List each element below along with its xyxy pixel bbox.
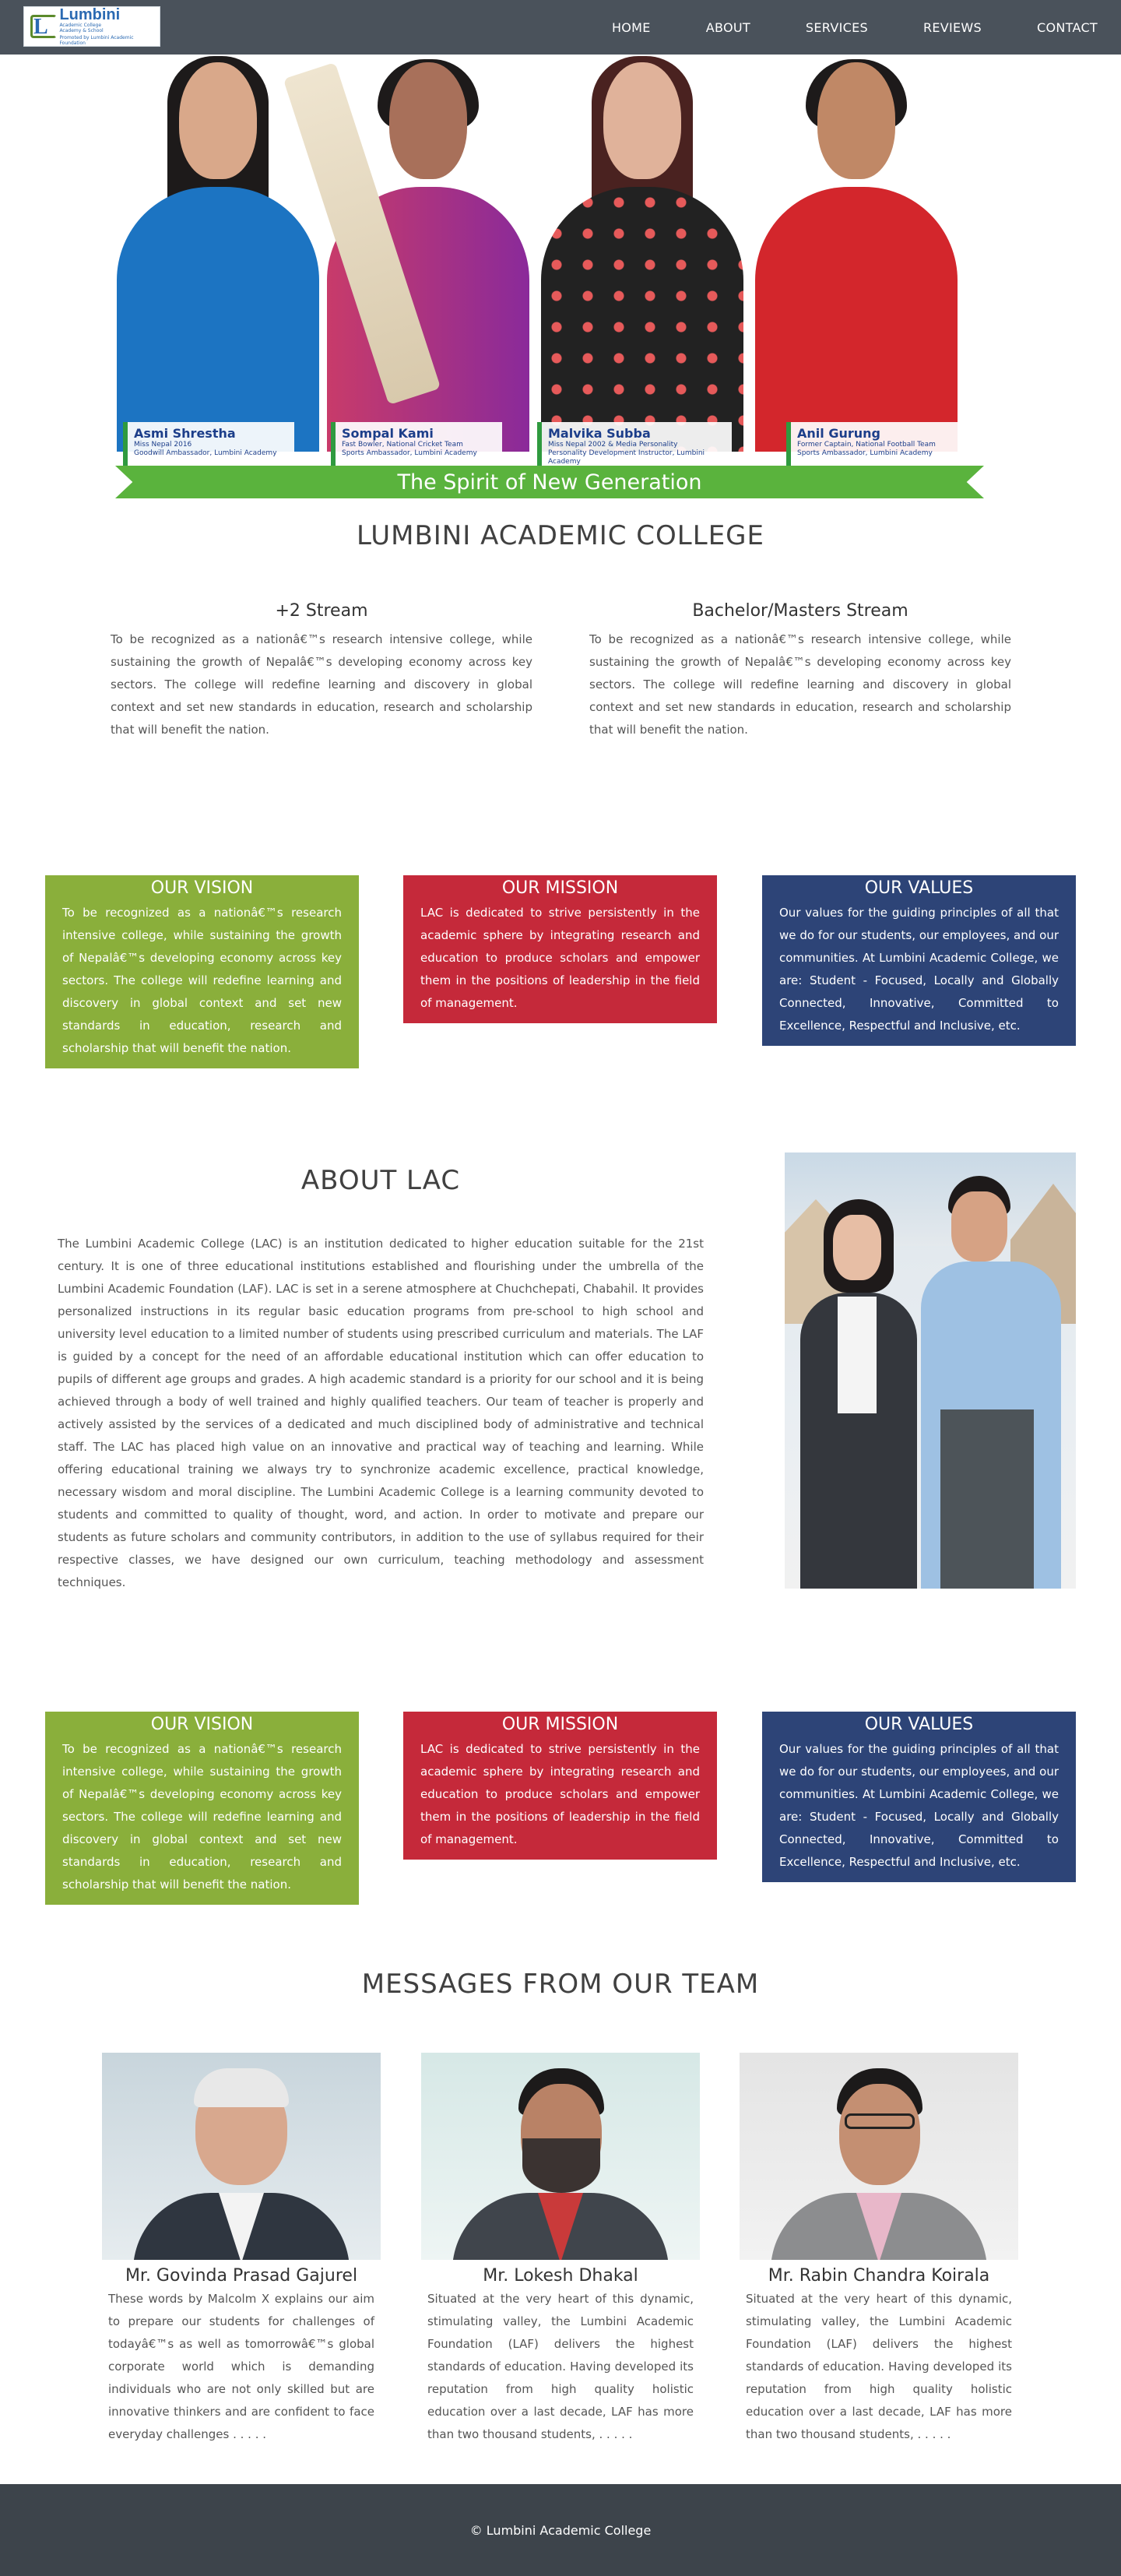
stream-title: Bachelor/Masters Stream — [692, 601, 908, 621]
mission-card: OUR MISSION LAC is dedicated to strive p… — [403, 1712, 717, 1860]
logo-subtitle: Academic College Academy & School — [59, 23, 104, 33]
values-title: OUR VALUES — [864, 1715, 974, 1734]
college-title: LUMBINI ACADEMIC COLLEGE — [356, 520, 765, 551]
nav-reviews-link[interactable]: REVIEWS — [923, 20, 982, 35]
hero-person-1 — [109, 56, 319, 452]
about-title: ABOUT LAC — [300, 1165, 461, 1196]
hero-person-3 — [533, 56, 743, 452]
messages-title: MESSAGES FROM OUR TEAM — [361, 1969, 760, 2000]
nav-menu: HOME ABOUT SERVICES REVIEWS CONTACT — [557, 0, 1098, 55]
team-member-message: Situated at the very heart of this dynam… — [427, 2292, 694, 2441]
stream-plus-two: +2 Stream To be recognized as a nationâ€… — [111, 601, 532, 741]
team-member-name: Mr. Govinda Prasad Gajurel — [125, 2266, 358, 2286]
mission-text: LAC is dedicated to strive persistently … — [420, 906, 700, 1010]
team-member-photo — [102, 2053, 381, 2260]
team-member-name: Mr. Rabin Chandra Koirala — [768, 2266, 990, 2286]
team-member-card: Mr. Govinda Prasad Gajurel These words b… — [102, 2053, 381, 2446]
stream-title: +2 Stream — [275, 601, 368, 621]
hero-namecard-2: Sompal Kami Fast Bowler, National Cricke… — [331, 422, 502, 466]
vision-card: OUR VISION To be recognized as a nationâ… — [45, 875, 359, 1068]
stream-bachelor-masters: Bachelor/Masters Stream To be recognized… — [589, 601, 1011, 741]
team-member-photo — [740, 2053, 1018, 2260]
team-member-name: Mr. Lokesh Dhakal — [483, 2266, 638, 2286]
values-text: Our values for the guiding principles of… — [779, 906, 1059, 1033]
vision-text: To be recognized as a nationâ€™s researc… — [62, 906, 342, 1055]
logo[interactable]: L Lumbini Academic College Academy & Sch… — [23, 6, 160, 47]
hero-namecard-3: Malvika Subba Miss Nepal 2002 & Media Pe… — [537, 422, 732, 466]
nav-about-link[interactable]: ABOUT — [706, 20, 750, 35]
values-text: Our values for the guiding principles of… — [779, 1742, 1059, 1869]
top-navbar: L Lumbini Academic College Academy & Sch… — [0, 0, 1121, 55]
hero-namecard-4: Anil Gurung Former Captain, National Foo… — [786, 422, 958, 466]
vision-text: To be recognized as a nationâ€™s researc… — [62, 1742, 342, 1892]
nav-home-link[interactable]: HOME — [612, 20, 651, 35]
logo-name: Lumbini — [59, 6, 121, 23]
hero-namecard-1: Asmi Shrestha Miss Nepal 2016 Goodwill A… — [123, 422, 294, 466]
nav-services-link[interactable]: SERVICES — [806, 20, 868, 35]
stream-text: To be recognized as a nationâ€™s researc… — [111, 632, 532, 737]
values-title: OUR VALUES — [864, 878, 974, 898]
hero-person-4 — [747, 59, 958, 452]
hero-banner-image: Asmi Shrestha Miss Nepal 2016 Goodwill A… — [109, 55, 996, 498]
mission-text: LAC is dedicated to strive persistently … — [420, 1742, 700, 1846]
team-member-photo — [421, 2053, 700, 2260]
vision-card: OUR VISION To be recognized as a nationâ… — [45, 1712, 359, 1905]
hero-person-2 — [283, 59, 529, 452]
footer: © Lumbini Academic College — [0, 2484, 1121, 2576]
hero-tagline-banner: The Spirit of New Generation — [115, 466, 984, 498]
values-card: OUR VALUES Our values for the guiding pr… — [762, 1712, 1076, 1882]
team-member-message: Situated at the very heart of this dynam… — [746, 2292, 1012, 2441]
about-students-photo — [785, 1153, 1076, 1589]
footer-copyright: © Lumbini Academic College — [469, 2522, 652, 2538]
team-member-card: Mr. Lokesh Dhakal Situated at the very h… — [421, 2053, 700, 2446]
mission-title: OUR MISSION — [501, 878, 619, 898]
logo-promo: Promoted by Lumbini Academic Foundation — [59, 35, 134, 46]
logo-icon: L — [29, 12, 58, 41]
team-member-card: Mr. Rabin Chandra Koirala Situated at th… — [740, 2053, 1018, 2446]
team-member-message: These words by Malcolm X explains our ai… — [108, 2292, 374, 2441]
vision-title: OUR VISION — [150, 1715, 254, 1734]
mission-card: OUR MISSION LAC is dedicated to strive p… — [403, 875, 717, 1023]
vision-title: OUR VISION — [150, 878, 254, 898]
nav-contact-link[interactable]: CONTACT — [1037, 20, 1098, 35]
about-text: The Lumbini Academic College (LAC) is an… — [58, 1237, 704, 1589]
values-card: OUR VALUES Our values for the guiding pr… — [762, 875, 1076, 1046]
stream-text: To be recognized as a nationâ€™s researc… — [589, 632, 1011, 737]
mission-title: OUR MISSION — [501, 1715, 619, 1734]
